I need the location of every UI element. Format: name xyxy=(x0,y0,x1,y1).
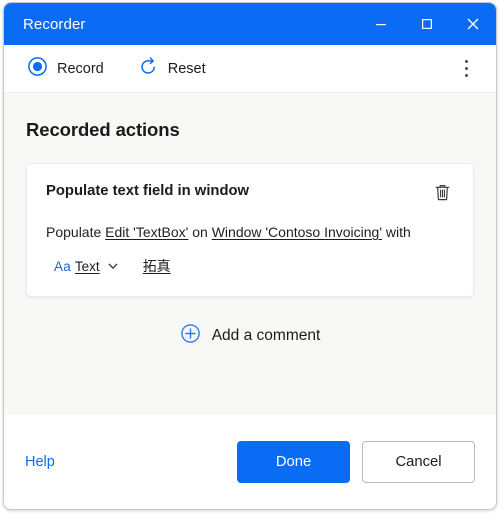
kebab-dot-icon xyxy=(464,74,468,77)
minimize-button[interactable] xyxy=(358,3,404,45)
reset-button[interactable]: Reset xyxy=(135,52,209,86)
description-suffix: with xyxy=(385,224,411,240)
target-element-link[interactable]: Edit 'TextBox' xyxy=(105,224,188,240)
help-link[interactable]: Help xyxy=(25,454,55,470)
recorder-window: Recorder Record Reset Recorded actions P… xyxy=(3,2,497,510)
kebab-dot-icon xyxy=(464,60,468,63)
close-icon xyxy=(467,18,479,30)
title-bar: Recorder xyxy=(4,3,496,45)
action-card-title: Populate text field in window xyxy=(46,183,250,199)
reset-icon xyxy=(138,56,159,82)
action-description: Populate Edit 'TextBox' on Window 'Conto… xyxy=(46,221,454,243)
add-comment-button[interactable]: Add a comment xyxy=(26,323,474,349)
value-input[interactable]: 拓真 xyxy=(143,256,171,276)
action-card[interactable]: Populate text field in window Populate E… xyxy=(26,163,474,297)
delete-action-button[interactable] xyxy=(430,180,454,204)
record-icon xyxy=(27,56,48,82)
value-type-selector[interactable]: Aa Text xyxy=(54,259,119,274)
value-type-label: Text xyxy=(74,258,100,274)
more-options-button[interactable] xyxy=(452,54,480,84)
done-button[interactable]: Done xyxy=(237,441,350,483)
record-button[interactable]: Record xyxy=(24,52,107,86)
chevron-down-icon xyxy=(107,260,119,272)
maximize-icon xyxy=(421,18,433,30)
content-area: Recorded actions Populate text field in … xyxy=(4,93,496,415)
add-comment-label: Add a comment xyxy=(211,327,321,344)
footer-bar: Help Done Cancel xyxy=(4,415,496,509)
kebab-dot-icon xyxy=(464,67,468,70)
target-window-link[interactable]: Window 'Contoso Invoicing' xyxy=(212,224,382,240)
text-type-icon: Aa xyxy=(54,258,71,274)
page-title: Recorded actions xyxy=(26,119,180,140)
action-card-header: Populate text field in window xyxy=(46,181,454,204)
value-row: Aa Text 拓真 xyxy=(46,256,454,276)
reset-label: Reset xyxy=(167,60,206,77)
window-title: Recorder xyxy=(23,15,86,33)
plus-circle-icon xyxy=(180,323,201,349)
toolbar: Record Reset xyxy=(4,45,496,93)
maximize-button[interactable] xyxy=(404,3,450,45)
description-prefix: Populate xyxy=(46,224,102,240)
record-label: Record xyxy=(57,60,104,77)
close-button[interactable] xyxy=(450,3,496,45)
minimize-icon xyxy=(376,24,386,26)
description-middle: on xyxy=(192,224,208,240)
cancel-button[interactable]: Cancel xyxy=(362,441,475,483)
trash-icon xyxy=(435,184,449,200)
window-controls xyxy=(358,3,496,45)
